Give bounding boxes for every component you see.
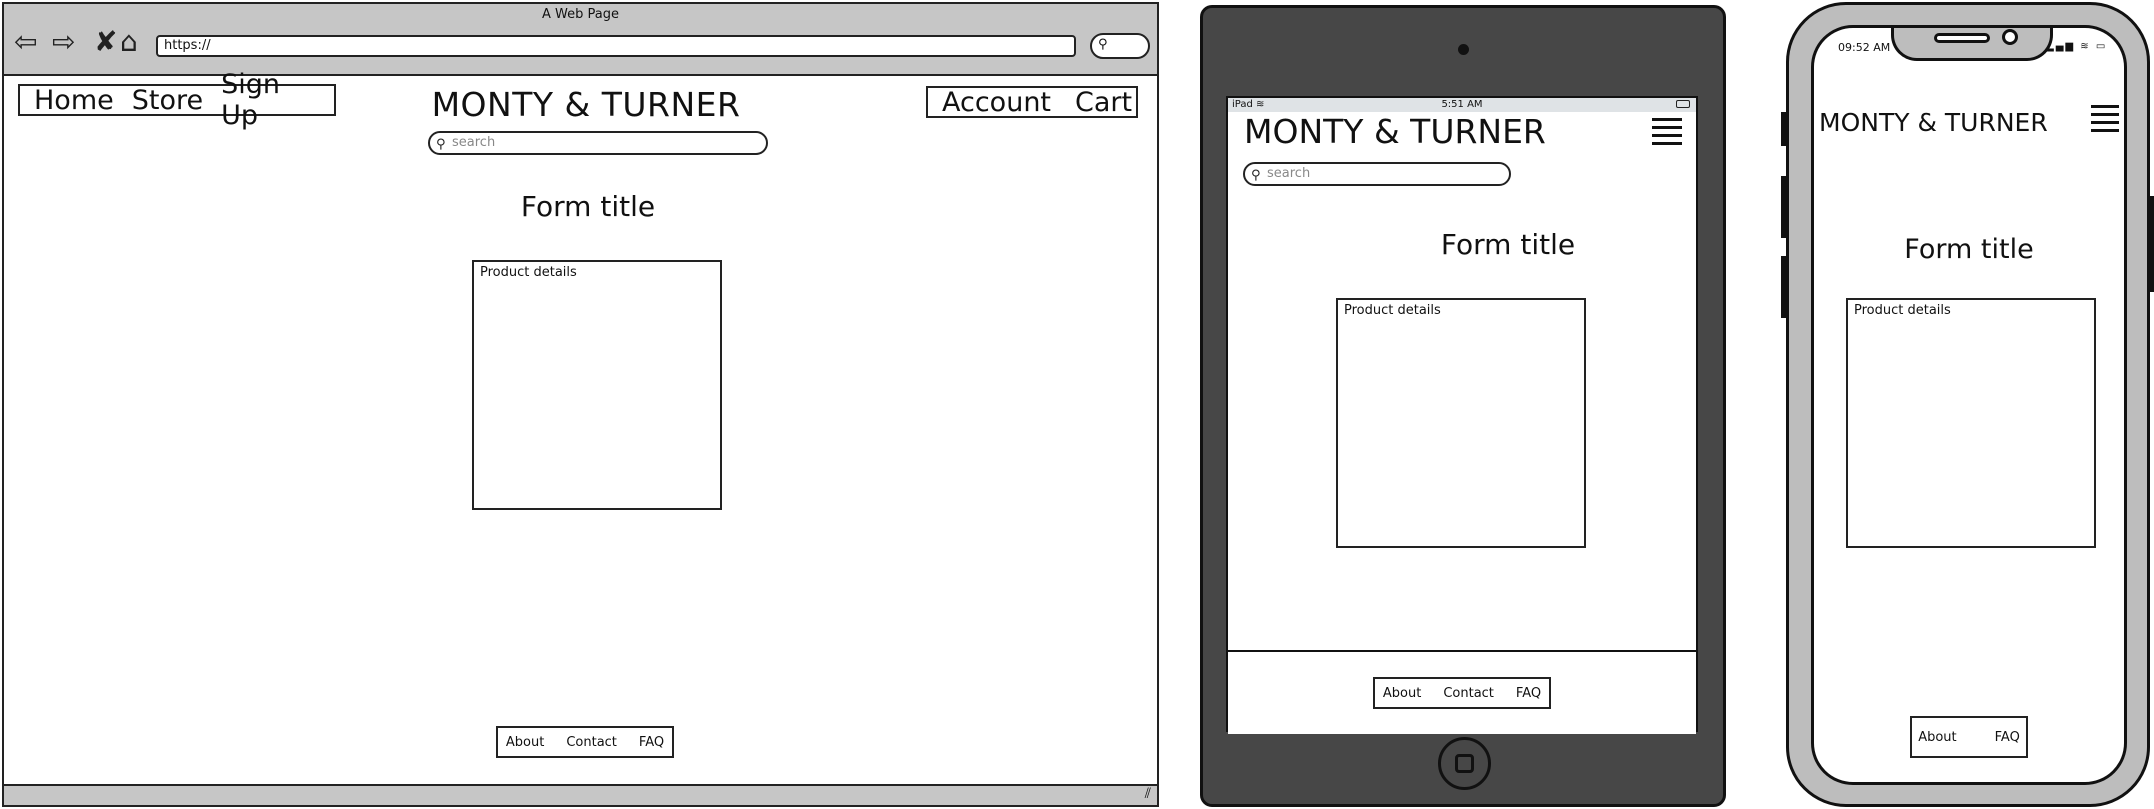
search-icon: ⚲ bbox=[1251, 168, 1261, 183]
home-icon[interactable]: ⌂ bbox=[120, 26, 138, 58]
nav-home-link[interactable]: Home bbox=[34, 85, 114, 116]
primary-nav: Home Store Sign Up bbox=[18, 69, 336, 131]
brand-logo-text[interactable]: MONTY & TURNER bbox=[1819, 108, 2048, 137]
address-bar[interactable]: https:// bbox=[156, 35, 1076, 57]
back-arrow-icon[interactable]: ⇦ bbox=[14, 26, 37, 58]
search-input[interactable]: ⚲ search bbox=[1243, 162, 1511, 186]
stop-x-icon[interactable]: ✘ bbox=[94, 26, 117, 58]
hamburger-menu-icon[interactable] bbox=[2091, 105, 2119, 137]
phone-notch bbox=[1891, 28, 2053, 61]
product-details-box: Product details bbox=[472, 260, 722, 510]
search-placeholder: search bbox=[1267, 166, 1311, 181]
product-details-box: Product details bbox=[1336, 298, 1586, 548]
footer-contact-link[interactable]: Contact bbox=[1443, 686, 1494, 701]
ipad-device-frame: iPad ≋ 5:51 AM MONTY & TURNER ⚲ search F… bbox=[1200, 5, 1726, 807]
ipad-status-bar: iPad ≋ 5:51 AM bbox=[1228, 98, 1696, 112]
ipad-screen: iPad ≋ 5:51 AM MONTY & TURNER ⚲ search F… bbox=[1226, 96, 1698, 734]
nav-signup-link[interactable]: Sign Up bbox=[221, 69, 320, 131]
hamburger-menu-icon[interactable] bbox=[1652, 118, 1682, 150]
phone-screen: 09:52 AM ▂▄▆ ≋ ▭ MONTY & TURNER Form tit… bbox=[1811, 25, 2127, 785]
wifi-icon: ≋ bbox=[2080, 41, 2091, 52]
product-details-label: Product details bbox=[480, 265, 577, 280]
status-time: 5:51 AM bbox=[1441, 99, 1483, 110]
footer-about-link[interactable]: About bbox=[506, 735, 544, 750]
status-time: 09:52 AM bbox=[1838, 41, 1891, 54]
product-details-label: Product details bbox=[1344, 303, 1441, 318]
nav-account-link[interactable]: Account bbox=[942, 87, 1051, 118]
brand-logo-text[interactable]: MONTY & TURNER bbox=[1244, 112, 1546, 151]
account-nav: Account Cart bbox=[926, 86, 1138, 118]
nav-store-link[interactable]: Store bbox=[132, 85, 203, 116]
browser-search-button[interactable]: ⚲ bbox=[1090, 33, 1150, 59]
home-square-icon bbox=[1455, 754, 1474, 773]
front-camera-icon bbox=[1458, 44, 1469, 55]
battery-icon bbox=[1676, 100, 1690, 108]
speaker-icon bbox=[1934, 33, 1990, 43]
footer-faq-link[interactable]: FAQ bbox=[1995, 730, 2020, 745]
front-camera-icon bbox=[2002, 29, 2018, 45]
form-title: Form title bbox=[1904, 234, 2034, 265]
phone-device-frame: 09:52 AM ▂▄▆ ≋ ▭ MONTY & TURNER Form tit… bbox=[1786, 2, 2150, 807]
footer-contact-link[interactable]: Contact bbox=[566, 735, 617, 750]
footer-nav: About Contact FAQ bbox=[1373, 677, 1551, 709]
battery-icon: ▭ bbox=[2095, 41, 2108, 52]
footer: About Contact FAQ bbox=[1228, 650, 1696, 734]
desktop-browser-window: A Web Page ⇦ ⇨ ✘ ⌂ https:// ⚲ Home Store… bbox=[2, 2, 1159, 807]
footer-about-link[interactable]: About bbox=[1383, 686, 1421, 701]
search-placeholder: search bbox=[452, 135, 496, 150]
form-title: Form title bbox=[1440, 228, 1576, 261]
footer-faq-link[interactable]: FAQ bbox=[1516, 686, 1541, 701]
footer-nav: About Contact FAQ bbox=[496, 726, 674, 758]
nav-cart-link[interactable]: Cart bbox=[1075, 87, 1132, 118]
browser-status-bar: ⫽ bbox=[4, 784, 1157, 805]
search-icon: ⚲ bbox=[436, 137, 446, 152]
window-title: A Web Page bbox=[542, 7, 619, 22]
form-title: Form title bbox=[520, 190, 656, 223]
product-details-box: Product details bbox=[1846, 298, 2096, 548]
resize-handle-icon[interactable]: ⫽ bbox=[1145, 786, 1151, 802]
brand-logo-text[interactable]: MONTY & TURNER bbox=[324, 85, 848, 124]
browser-titlebar: A Web Page ⇦ ⇨ ✘ ⌂ https:// ⚲ bbox=[4, 4, 1157, 76]
product-details-label: Product details bbox=[1854, 303, 1951, 318]
page-content: Home Store Sign Up MONTY & TURNER Accoun… bbox=[4, 69, 1157, 786]
home-button[interactable] bbox=[1438, 737, 1491, 790]
search-input[interactable]: ⚲ search bbox=[428, 131, 768, 155]
signal-icon: ▂▄▆ bbox=[2046, 41, 2076, 52]
forward-arrow-icon[interactable]: ⇨ bbox=[52, 26, 75, 58]
search-icon: ⚲ bbox=[1098, 37, 1108, 52]
footer-faq-link[interactable]: FAQ bbox=[639, 735, 664, 750]
status-icons: ▂▄▆ ≋ ▭ bbox=[2046, 41, 2107, 52]
footer-nav: About FAQ bbox=[1910, 716, 2028, 758]
footer-about-link[interactable]: About bbox=[1918, 730, 1956, 745]
